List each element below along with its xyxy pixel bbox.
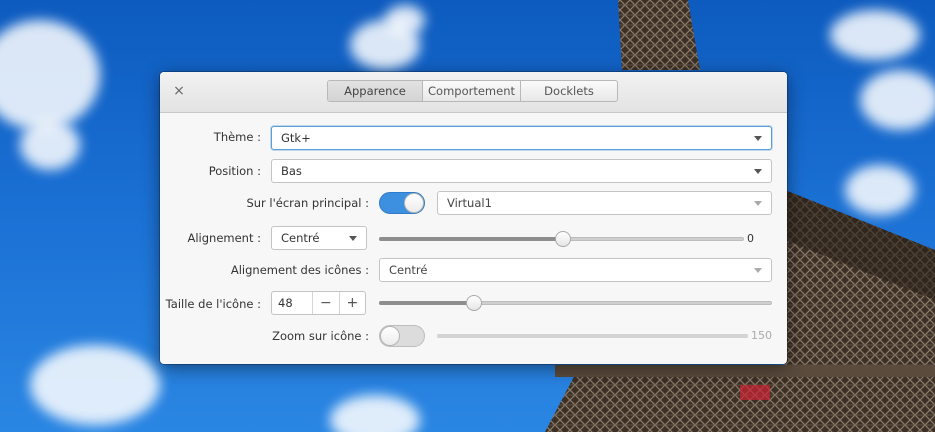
position-label: Position :: [208, 164, 261, 178]
icon-alignment-dropdown[interactable]: Centré: [379, 258, 772, 282]
icon-size-slider[interactable]: [379, 295, 772, 311]
switch-knob: [404, 193, 424, 213]
chevron-down-icon: [754, 169, 762, 174]
switch-knob: [380, 326, 400, 346]
alignment-offset-value: 0: [747, 232, 754, 245]
slider-fill: [437, 334, 748, 338]
alignment-value: Centré: [281, 231, 320, 245]
chevron-down-icon: [754, 201, 762, 206]
slider-fill: [379, 237, 562, 241]
theme-value: Gtk+: [281, 131, 311, 145]
monitor-value: Virtual1: [447, 196, 492, 210]
theme-dropdown[interactable]: Gtk+: [271, 126, 772, 150]
primary-screen-label: Sur l'écran principal :: [246, 196, 369, 210]
slider-handle[interactable]: [555, 231, 571, 247]
alignment-offset-slider[interactable]: [379, 231, 744, 247]
icon-zoom-label: Zoom sur icône :: [272, 329, 369, 343]
icon-size-value[interactable]: 48: [272, 292, 312, 314]
theme-label: Thème :: [213, 130, 261, 144]
titlebar: × Apparence Comportement Docklets: [160, 72, 787, 113]
position-dropdown[interactable]: Bas: [271, 159, 772, 183]
chevron-down-icon: [754, 268, 762, 273]
tab-behaviour[interactable]: Comportement: [423, 81, 521, 101]
position-value: Bas: [281, 164, 302, 178]
tab-appearance[interactable]: Apparence: [328, 81, 423, 101]
tab-docklets[interactable]: Docklets: [521, 81, 617, 101]
icon-zoom-switch[interactable]: [379, 325, 425, 347]
icon-alignment-label: Alignement des icônes :: [230, 263, 369, 277]
decrement-button[interactable]: −: [312, 292, 338, 314]
chevron-down-icon: [349, 236, 357, 241]
icon-size-stepper: 48 − +: [271, 291, 366, 315]
alignment-label: Alignement :: [187, 231, 261, 245]
alignment-dropdown[interactable]: Centré: [271, 226, 367, 250]
dock-preferences-window: × Apparence Comportement Docklets Thème …: [160, 72, 787, 364]
icon-alignment-value: Centré: [389, 263, 428, 277]
icon-zoom-slider[interactable]: [437, 334, 748, 338]
tab-bar: Apparence Comportement Docklets: [327, 80, 618, 102]
increment-button[interactable]: +: [338, 292, 365, 314]
slider-handle[interactable]: [466, 295, 482, 311]
icon-size-label: Taille de l'icône :: [165, 297, 261, 311]
close-icon[interactable]: ×: [171, 83, 187, 99]
chevron-down-icon: [754, 136, 762, 141]
monitor-dropdown[interactable]: Virtual1: [437, 191, 772, 215]
primary-screen-switch[interactable]: [379, 192, 425, 214]
icon-zoom-value: 150: [751, 329, 772, 342]
slider-fill: [379, 301, 473, 305]
